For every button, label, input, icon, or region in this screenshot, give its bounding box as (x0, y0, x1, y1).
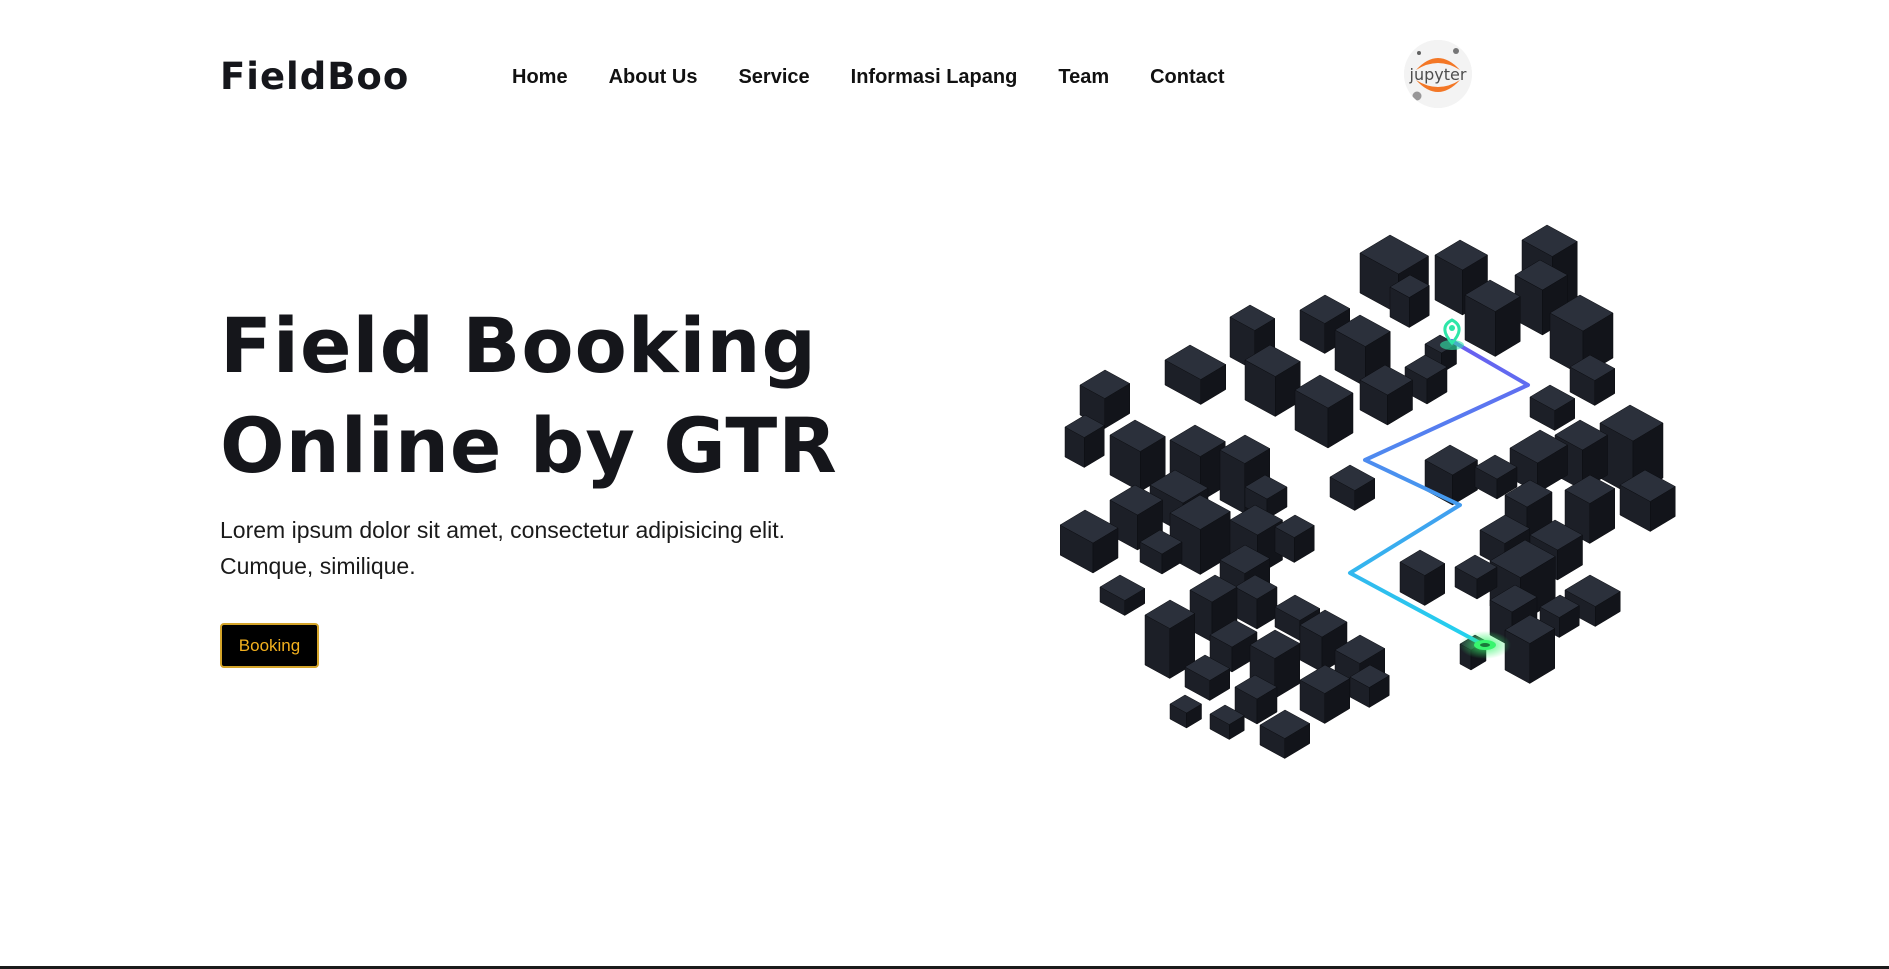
city-block (1169, 694, 1203, 729)
start-pin-icon (1440, 318, 1464, 350)
city-block (1329, 464, 1376, 511)
city-block (1529, 384, 1576, 431)
city-block (1424, 444, 1479, 506)
nav-item: Informasi Lapang (851, 66, 1018, 89)
nav-link-home[interactable]: Home (512, 66, 568, 88)
city-block (1504, 614, 1556, 684)
city-block (1099, 574, 1146, 616)
city-block (1164, 344, 1227, 405)
jupyter-logo-icon: jupyter (1404, 40, 1472, 108)
hero-title-line-1: Field Booking (220, 301, 817, 390)
svg-text:jupyter: jupyter (1409, 65, 1467, 84)
user-avatar[interactable]: jupyter (1404, 40, 1472, 108)
city-block (1464, 279, 1521, 357)
hero-description-line-1: Lorem ipsum dolor sit amet, consectetur … (220, 517, 786, 543)
page: FieldBoo Home About Us Service Informasi… (0, 0, 1889, 969)
destination-pin-icon (1459, 631, 1511, 659)
hero-title: Field Booking Online by GTR (220, 296, 920, 496)
nav-link-team[interactable]: Team (1058, 66, 1109, 88)
city-blocks (1060, 224, 1676, 759)
nav-link-informasi-lapang[interactable]: Informasi Lapang (851, 66, 1018, 88)
hero-description-line-2: Cumque, similique. (220, 553, 416, 579)
city-block (1399, 549, 1446, 606)
booking-button[interactable]: Booking (220, 623, 319, 668)
nav-item: Contact (1150, 66, 1224, 89)
brand-logo[interactable]: FieldBoo (220, 55, 409, 98)
city-block (1244, 344, 1301, 417)
nav-link-contact[interactable]: Contact (1150, 66, 1224, 88)
nav-menu: Home About Us Service Informasi Lapang T… (512, 66, 1266, 89)
hero-title-line-2: Online by GTR (220, 401, 838, 490)
hero-description: Lorem ipsum dolor sit amet, consectetur … (220, 512, 860, 584)
nav-item: Home (512, 66, 568, 89)
navbar: FieldBoo Home About Us Service Informasi… (0, 0, 1889, 160)
nav-item: About Us (609, 66, 698, 89)
city-block (1294, 374, 1354, 449)
city-block (1060, 509, 1119, 574)
isometric-city-illustration (1060, 224, 1676, 759)
nav-item: Team (1058, 66, 1109, 89)
nav-link-about-us[interactable]: About Us (609, 66, 698, 88)
nav-item: Service (738, 66, 809, 89)
nav-link-service[interactable]: Service (738, 66, 809, 88)
city-block (1064, 414, 1105, 468)
city-block (1234, 574, 1278, 630)
